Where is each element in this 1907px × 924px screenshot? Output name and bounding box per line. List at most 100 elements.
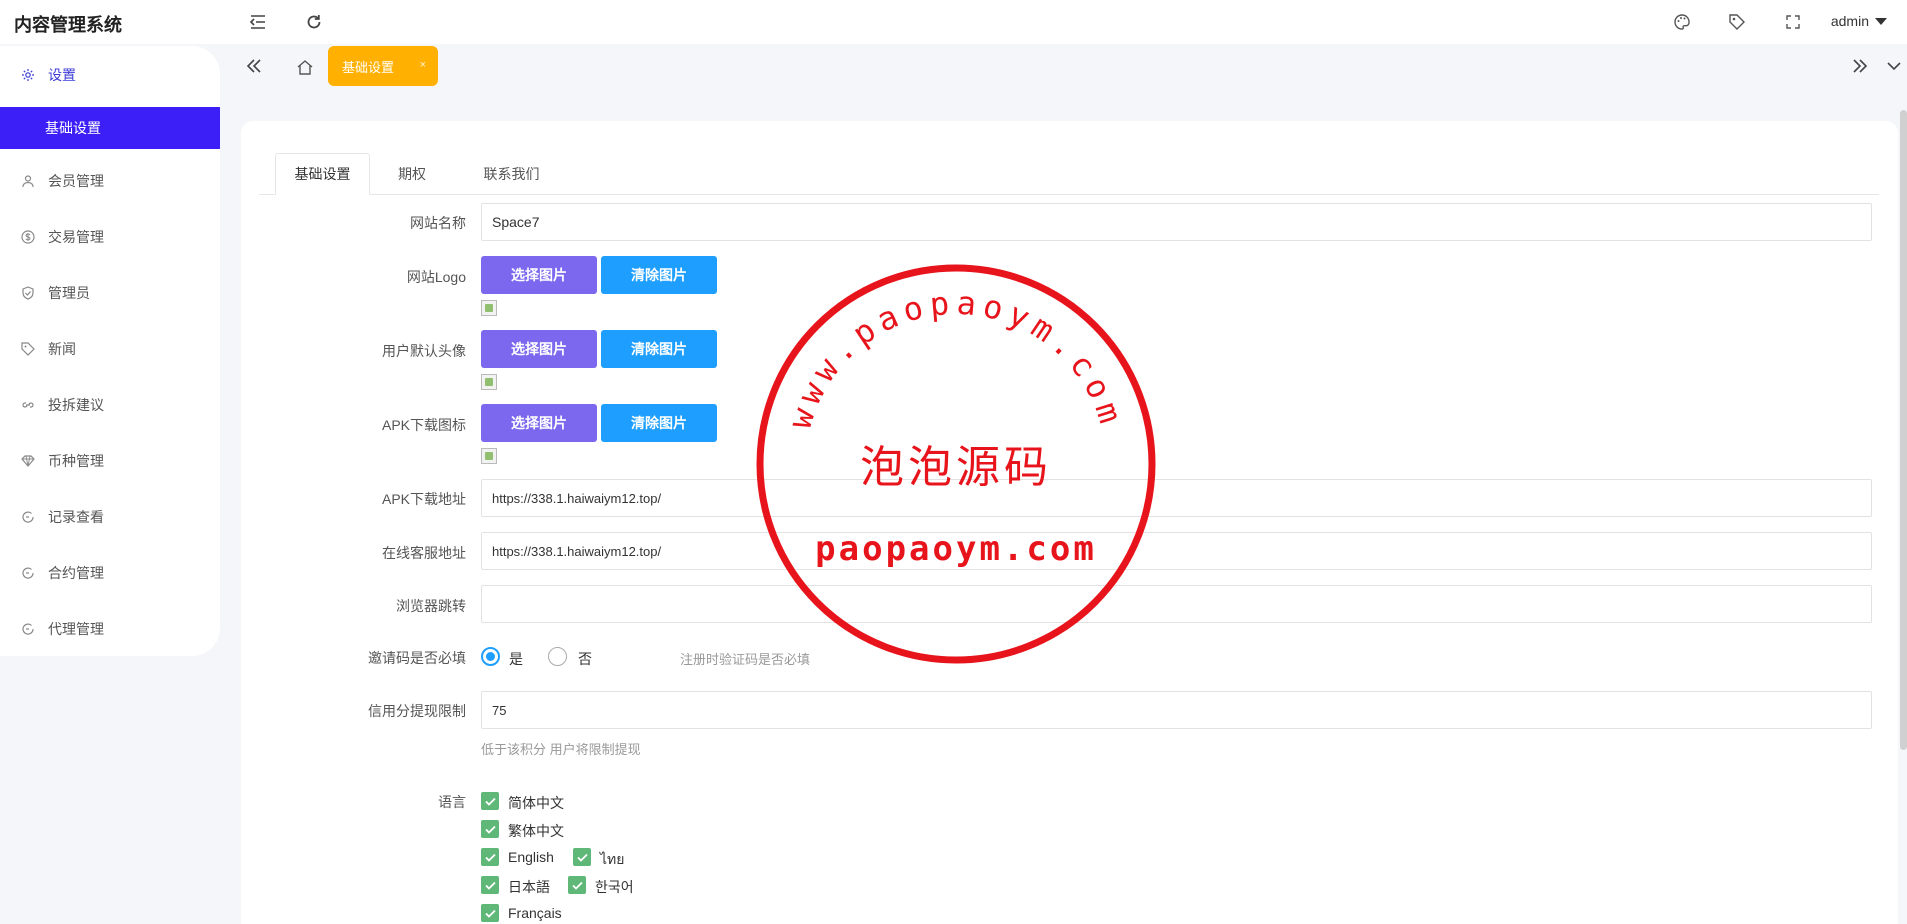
sidebar-item-currencies[interactable]: 币种管理 bbox=[0, 440, 220, 482]
logo-image-preview bbox=[481, 300, 497, 316]
credit-limit-hint: 低于该积分 用户将限制提现 bbox=[481, 742, 641, 757]
sidebar-item-agents[interactable]: 代理管理 bbox=[0, 608, 220, 650]
language-checkbox[interactable] bbox=[481, 792, 499, 810]
refresh-icon[interactable] bbox=[302, 10, 326, 34]
apk-icon-clear-image-button[interactable]: 清除图片 bbox=[601, 404, 717, 442]
user-menu[interactable]: admin bbox=[1831, 13, 1887, 29]
language-option[interactable]: English bbox=[508, 849, 554, 865]
logo-select-image-button[interactable]: 选择图片 bbox=[481, 256, 597, 294]
tab-contact-us[interactable]: 联系我们 bbox=[459, 153, 564, 195]
top-bar: 内容管理系统 admin bbox=[0, 0, 1907, 44]
sidebar-item-label: 记录查看 bbox=[48, 509, 104, 525]
avatar-label: 用户默认头像 bbox=[382, 343, 466, 359]
invite-no-label[interactable]: 否 bbox=[578, 649, 592, 669]
sidebar-item-label: 设置 bbox=[48, 67, 76, 83]
close-icon[interactable]: × bbox=[420, 59, 426, 71]
sidebar-item-trades[interactable]: 交易管理 bbox=[0, 216, 220, 258]
service-url-label: 在线客服地址 bbox=[382, 545, 466, 561]
invite-yes-label[interactable]: 是 bbox=[509, 649, 523, 669]
sidebar-item-label: 投拆建议 bbox=[48, 397, 104, 413]
sidebar-item-settings[interactable]: 设置 bbox=[0, 54, 220, 96]
scroll-right-icon[interactable] bbox=[1848, 54, 1872, 78]
invite-no-radio[interactable] bbox=[548, 647, 567, 666]
sidebar-item-label: 币种管理 bbox=[48, 453, 104, 469]
sidebar-item-contracts[interactable]: 合约管理 bbox=[0, 552, 220, 594]
page-tab-label: 基础设置 bbox=[342, 59, 395, 75]
language-checkbox[interactable] bbox=[481, 876, 499, 894]
avatar-image-preview bbox=[481, 374, 497, 390]
tab-options[interactable]: 期权 bbox=[375, 153, 449, 195]
invite-required-label: 邀请码是否必填 bbox=[368, 650, 466, 666]
apk-icon-image-preview bbox=[481, 448, 497, 464]
site-name-input[interactable]: Space7 bbox=[481, 203, 1872, 241]
sidebar-item-members[interactable]: 会员管理 bbox=[0, 160, 220, 202]
language-checkbox[interactable] bbox=[568, 876, 586, 894]
watermark-url-top: www.paopaoym.com bbox=[781, 284, 1126, 434]
page-tab-bar: 基础设置 × bbox=[232, 46, 1907, 92]
language-checkbox[interactable] bbox=[573, 848, 591, 866]
language-checkbox[interactable] bbox=[481, 848, 499, 866]
apk-icon-select-image-button[interactable]: 选择图片 bbox=[481, 404, 597, 442]
tag-icon bbox=[20, 341, 36, 357]
username: admin bbox=[1830, 13, 1869, 29]
form-tabs: 基础设置 期权 联系我们 bbox=[259, 153, 1879, 195]
sidebar-item-label: 会员管理 bbox=[48, 173, 104, 189]
collapse-menu-icon[interactable] bbox=[246, 10, 270, 34]
credit-limit-label: 信用分提现限制 bbox=[368, 703, 466, 719]
page-scrollbar[interactable] bbox=[1900, 110, 1907, 750]
language-checkbox[interactable] bbox=[481, 820, 499, 838]
fullscreen-icon[interactable] bbox=[1781, 10, 1805, 34]
watermark-bottom-text: paopaoym.com bbox=[815, 529, 1097, 569]
language-option[interactable]: Français bbox=[508, 905, 562, 921]
circle-arrow-icon bbox=[20, 565, 36, 581]
page-tab-basic-settings[interactable]: 基础设置 × bbox=[328, 46, 438, 86]
language-option[interactable]: ไทย bbox=[600, 849, 624, 871]
tab-menu-chevron-down-icon[interactable] bbox=[1882, 54, 1906, 78]
sidebar-item-admins[interactable]: 管理员 bbox=[0, 272, 220, 314]
language-option[interactable]: 한국어 bbox=[595, 877, 634, 897]
language-option[interactable]: 简体中文 bbox=[508, 793, 564, 813]
sidebar-item-news[interactable]: 新闻 bbox=[0, 328, 220, 370]
tag-icon[interactable] bbox=[1725, 10, 1749, 34]
sidebar-item-suggestions[interactable]: 投拆建议 bbox=[0, 384, 220, 426]
shield-icon bbox=[20, 285, 36, 301]
sidebar-subitem-basic-settings[interactable]: 基础设置 bbox=[0, 107, 220, 149]
avatar-select-image-button[interactable]: 选择图片 bbox=[481, 330, 597, 368]
gear-icon bbox=[20, 67, 36, 83]
sidebar-item-label: 管理员 bbox=[48, 285, 90, 301]
user-icon bbox=[20, 173, 36, 189]
sidebar-item-label: 代理管理 bbox=[48, 621, 104, 637]
watermark-center-text: 泡泡源码 bbox=[860, 442, 1052, 493]
home-icon[interactable] bbox=[290, 52, 320, 82]
credit-limit-input[interactable]: 75 bbox=[481, 691, 1872, 729]
language-option[interactable]: 日本語 bbox=[508, 877, 550, 897]
svg-text:www.paopaoym.com: www.paopaoym.com bbox=[781, 284, 1132, 434]
sidebar-item-label: 新闻 bbox=[48, 341, 76, 357]
apk-url-input[interactable]: https://338.1.haiwaiym12.top/ bbox=[481, 479, 1872, 517]
sidebar-item-records[interactable]: 记录查看 bbox=[0, 496, 220, 538]
service-url-input[interactable]: https://338.1.haiwaiym12.top/ bbox=[481, 532, 1872, 570]
language-label: 语言 bbox=[438, 794, 466, 810]
logo-label: 网站Logo bbox=[406, 269, 466, 285]
avatar-clear-image-button[interactable]: 清除图片 bbox=[601, 330, 717, 368]
palette-icon[interactable] bbox=[1670, 10, 1694, 34]
invite-yes-radio[interactable] bbox=[481, 647, 500, 666]
tab-basic-settings[interactable]: 基础设置 bbox=[275, 153, 370, 195]
sidebar-item-label: 合约管理 bbox=[48, 565, 104, 581]
sidebar-item-label: 交易管理 bbox=[48, 229, 104, 245]
site-name-label: 网站名称 bbox=[410, 215, 466, 231]
chevron-down-icon bbox=[1875, 17, 1887, 25]
language-checkbox[interactable] bbox=[481, 904, 499, 922]
browser-redirect-input[interactable] bbox=[481, 585, 1872, 623]
language-option[interactable]: 繁体中文 bbox=[508, 821, 564, 841]
dollar-icon bbox=[20, 229, 36, 245]
browser-redirect-label: 浏览器跳转 bbox=[396, 598, 466, 614]
watermark-stamp: www.paopaoym.com 泡泡源码 paopaoym.com bbox=[756, 264, 1156, 664]
apk-icon-label: APK下载图标 bbox=[381, 417, 466, 433]
apk-url-label: APK下载地址 bbox=[381, 491, 466, 507]
sidebar-item-label: 基础设置 bbox=[45, 120, 101, 136]
logo-clear-image-button[interactable]: 清除图片 bbox=[601, 256, 717, 294]
circle-arrow-icon bbox=[20, 509, 36, 525]
scroll-left-icon[interactable] bbox=[242, 54, 266, 78]
app-title: 内容管理系统 bbox=[14, 15, 122, 35]
